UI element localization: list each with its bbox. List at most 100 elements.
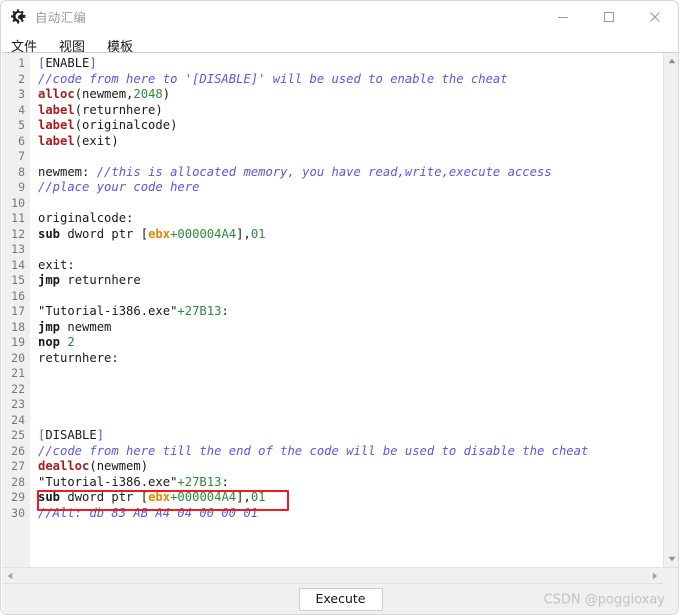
close-button[interactable] — [632, 1, 678, 32]
code-line[interactable]: //code from here to '[DISABLE]' will be … — [38, 72, 663, 88]
code-line[interactable] — [38, 149, 663, 165]
code-token-plain: ) — [162, 87, 171, 101]
horizontal-scrollbar[interactable] — [2, 567, 678, 584]
code-line[interactable]: //place your code here — [38, 180, 663, 196]
code-token-kw: jmp — [38, 273, 61, 287]
minimize-button[interactable] — [540, 1, 586, 32]
code-line[interactable]: returnhere: — [38, 351, 663, 367]
code-line[interactable]: dealloc(newmem) — [38, 459, 663, 475]
code-line[interactable] — [38, 289, 663, 305]
code-line[interactable] — [38, 382, 663, 398]
execute-button[interactable]: Execute — [298, 588, 383, 611]
code-token-plain: returnhere: — [38, 350, 119, 365]
line-number: 19 — [11, 335, 25, 349]
code-line[interactable]: jmp newmem — [38, 320, 663, 336]
code-line[interactable]: //code from here till the end of the cod… — [38, 444, 663, 460]
scrollbar-corner — [663, 568, 678, 584]
code-line[interactable]: label(originalcode) — [38, 118, 663, 134]
code-line[interactable]: sub dword ptr [ebx+000004A4],01 — [38, 490, 663, 506]
line-number: 12 — [11, 226, 25, 241]
code-text-area[interactable]: [ENABLE]//code from here to '[DISABLE]' … — [30, 53, 663, 567]
line-number: 10 — [11, 195, 25, 210]
code-line[interactable]: //Alt: db 83 AB A4 04 00 00 01 — [38, 506, 663, 522]
scroll-right-button[interactable] — [647, 568, 663, 584]
scroll-up-button[interactable] — [664, 53, 678, 69]
line-number: 30 — [11, 505, 25, 520]
code-line[interactable]: label(returnhere) — [38, 103, 663, 119]
maximize-button[interactable] — [586, 1, 632, 32]
code-line[interactable] — [38, 366, 663, 382]
line-number: 9 — [18, 180, 25, 194]
code-line[interactable]: alloc(newmem,2048) — [38, 87, 663, 103]
line-number: 11 — [11, 211, 25, 225]
vertical-scrollbar[interactable] — [663, 53, 678, 567]
scroll-down-arrow-icon — [668, 556, 676, 562]
line-number: 25 — [11, 428, 25, 442]
line-number: 24 — [11, 412, 25, 427]
code-line[interactable] — [38, 196, 663, 212]
code-line[interactable]: jmp returnhere — [38, 273, 663, 289]
line-number: 14 — [11, 257, 25, 272]
line-number: 2 — [18, 71, 25, 86]
line-number: 7 — [18, 149, 25, 163]
code-line[interactable]: nop 2 — [38, 335, 663, 351]
code-line[interactable]: originalcode: — [38, 211, 663, 227]
code-token-comment: //code from here to '[DISABLE]' will be … — [38, 71, 508, 86]
code-token-fn: dealloc — [38, 459, 90, 473]
cheat-engine-icon — [11, 9, 26, 24]
line-number: 27 — [11, 459, 25, 473]
scroll-down-button[interactable] — [664, 551, 678, 567]
line-number: 17 — [11, 304, 25, 318]
code-line[interactable]: sub dword ptr [ebx+000004A4],01 — [38, 227, 663, 243]
code-line[interactable] — [38, 413, 663, 429]
line-number: 18 — [11, 319, 25, 334]
code-token-brk: ] — [96, 428, 105, 442]
scroll-left-arrow-icon — [7, 572, 13, 580]
code-token-comment: //place your code here — [38, 180, 200, 194]
code-token-comment: //code from here till the end of the cod… — [38, 443, 589, 458]
code-line[interactable]: newmem: //this is allocated memory, you … — [38, 165, 663, 181]
code-token-plain: ENABLE — [45, 56, 90, 70]
code-token-plain: returnhere — [60, 273, 141, 287]
code-token-kw: jmp — [38, 319, 61, 334]
line-number: 8 — [18, 164, 25, 179]
code-line[interactable]: [DISABLE] — [38, 428, 663, 444]
code-token-num: 2048 — [133, 87, 163, 101]
code-token-plain: dword ptr [ — [60, 226, 149, 241]
code-token-str: "Tutorial-i386.exe" — [38, 474, 178, 489]
code-line[interactable]: "Tutorial-i386.exe"+27B13: — [38, 475, 663, 491]
bottom-bar: Execute CSDN @poggioxay — [2, 584, 678, 614]
code-token-plain: (newmem, — [74, 87, 134, 101]
line-number: 23 — [11, 397, 25, 411]
line-number: 22 — [11, 381, 25, 396]
code-token-plain: (returnhere) — [74, 102, 163, 117]
code-line[interactable]: label(exit) — [38, 134, 663, 150]
code-token-plain: ], — [236, 226, 251, 241]
code-token-num: 2 — [67, 335, 75, 349]
code-line[interactable]: exit: — [38, 258, 663, 274]
code-token-num: +000004A4 — [170, 226, 237, 241]
code-line[interactable]: [ENABLE] — [38, 56, 663, 72]
line-number: 29 — [11, 490, 25, 504]
code-token-comment: //this is allocated memory, you have rea… — [96, 164, 552, 179]
maximize-icon — [603, 11, 615, 22]
code-pane[interactable]: 1 2 3 4 5 6 7 8 9 10 11 12 13 14 15 16 17 18 19 20 21 22 23 24 2… — [2, 53, 663, 567]
code-token-plain: (exit) — [74, 133, 119, 148]
code-token-plain: (originalcode) — [74, 118, 178, 132]
scroll-up-arrow-icon — [668, 58, 676, 64]
code-line[interactable]: "Tutorial-i386.exe"+27B13: — [38, 304, 663, 320]
line-number: 1 — [18, 56, 25, 70]
line-number: 28 — [11, 474, 25, 489]
code-line[interactable] — [38, 242, 663, 258]
scroll-left-button[interactable] — [2, 568, 18, 584]
code-token-kw: sub — [38, 490, 61, 504]
code-token-fn: label — [38, 102, 75, 117]
window-controls — [540, 1, 678, 32]
line-number: 16 — [11, 288, 25, 303]
line-number: 15 — [11, 273, 25, 287]
code-token-plain: newmem — [60, 319, 112, 334]
code-line[interactable] — [38, 397, 663, 413]
code-token-num: +000004A4 — [170, 490, 237, 504]
code-token-plain: originalcode: — [38, 211, 134, 225]
code-token-plain: newmem: — [38, 164, 97, 179]
